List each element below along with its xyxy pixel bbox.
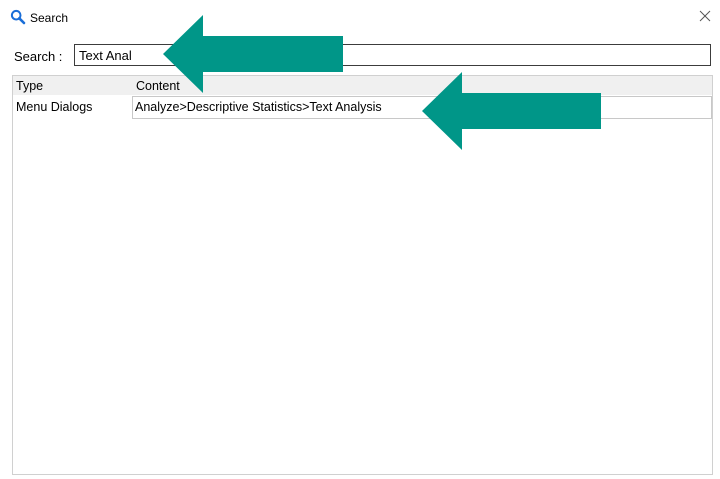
result-type-cell: Menu Dialogs: [16, 100, 93, 114]
search-dialog: Search Search : Type Content Menu Dialog…: [0, 0, 720, 479]
results-list: Type Content Menu Dialogs Analyze>Descri…: [12, 75, 713, 475]
annotation-arrow-result: [422, 72, 601, 150]
close-button[interactable]: [694, 5, 716, 27]
title-bar: Search: [0, 0, 720, 36]
column-header-type[interactable]: Type: [16, 79, 43, 93]
result-row[interactable]: Menu Dialogs Analyze>Descriptive Statist…: [13, 96, 712, 119]
results-header: Type Content: [13, 76, 712, 95]
close-icon: [699, 10, 711, 22]
search-label: Search :: [14, 49, 63, 64]
window-title: Search: [30, 11, 69, 25]
search-icon: [10, 9, 26, 25]
annotation-arrow-search: [163, 15, 343, 93]
